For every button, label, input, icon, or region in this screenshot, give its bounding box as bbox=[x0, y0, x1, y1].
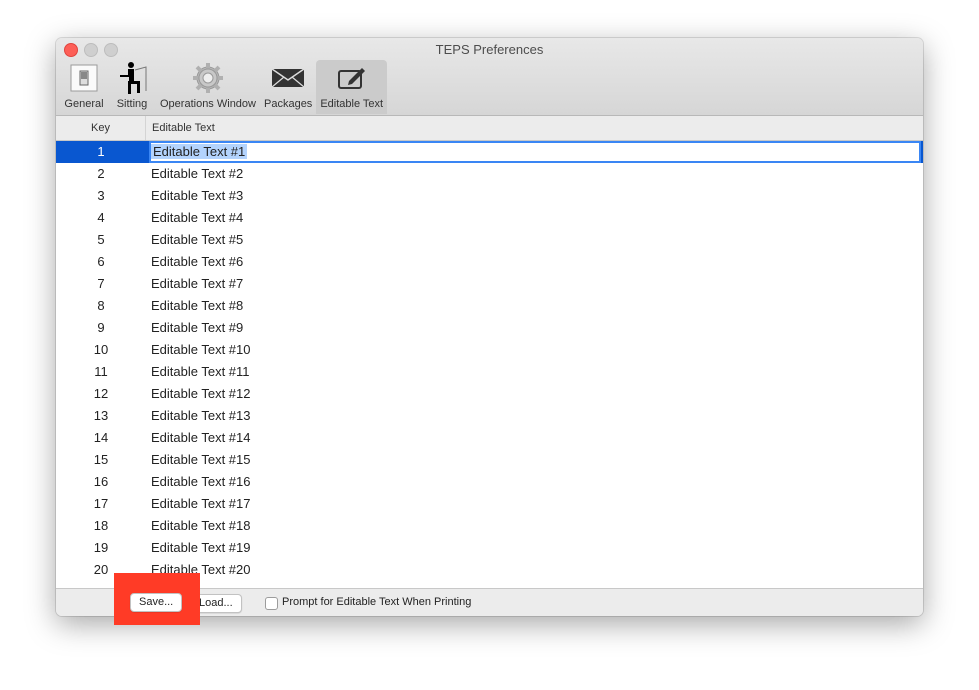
preferences-window: TEPS Preferences General Sitting Operati… bbox=[56, 38, 923, 616]
tab-label: General bbox=[64, 98, 104, 110]
tab-operations-window[interactable]: Operations Window bbox=[156, 60, 260, 114]
table-row[interactable]: 18 Editable Text #18 bbox=[56, 515, 923, 537]
table-row[interactable]: 8 Editable Text #8 bbox=[56, 295, 923, 317]
table-row[interactable]: 4 Editable Text #4 bbox=[56, 207, 923, 229]
table-row[interactable]: 3 Editable Text #3 bbox=[56, 185, 923, 207]
table-header: Key Editable Text bbox=[56, 116, 923, 141]
tab-packages[interactable]: Packages bbox=[260, 60, 316, 114]
prompt-checkbox[interactable] bbox=[265, 597, 278, 610]
window-title: TEPS Preferences bbox=[435, 42, 544, 57]
row-text: Editable Text #17 bbox=[151, 496, 251, 511]
row-text: Editable Text #8 bbox=[151, 298, 244, 313]
envelope-icon bbox=[268, 60, 308, 96]
table-row[interactable]: 10 Editable Text #10 bbox=[56, 339, 923, 361]
row-key: 7 bbox=[97, 276, 105, 291]
table-row[interactable]: 17 Editable Text #17 bbox=[56, 493, 923, 515]
gear-icon bbox=[188, 60, 228, 96]
row-text: Editable Text #19 bbox=[151, 540, 251, 555]
row-text: Editable Text #20 bbox=[151, 562, 251, 577]
row-key: 4 bbox=[97, 210, 105, 225]
tab-label: Operations Window bbox=[160, 98, 256, 110]
row-text: Editable Text #16 bbox=[151, 474, 251, 489]
row-text: Editable Text #11 bbox=[151, 364, 250, 379]
row-text: Editable Text #18 bbox=[151, 518, 251, 533]
row-text: Editable Text #15 bbox=[151, 452, 251, 467]
table-row[interactable]: 11 Editable Text #11 bbox=[56, 361, 923, 383]
tab-label: Sitting bbox=[116, 98, 148, 110]
row-key: 17 bbox=[93, 496, 109, 511]
row-key: 16 bbox=[93, 474, 109, 489]
row-key: 9 bbox=[97, 320, 105, 335]
row-text-edit-field[interactable]: Editable Text #1 bbox=[149, 141, 921, 163]
row-text: Editable Text #4 bbox=[151, 210, 244, 225]
row-text: Editable Text #2 bbox=[151, 166, 244, 181]
tab-label: Editable Text bbox=[320, 98, 384, 110]
editable-text-table: Key Editable Text 1 Editable Text #1 2 Edit… bbox=[56, 116, 923, 588]
row-text: Editable Text #9 bbox=[151, 320, 244, 335]
selected-text: Editable Text #1 bbox=[151, 144, 248, 159]
row-text: Editable Text #13 bbox=[151, 408, 251, 423]
person-sitting-icon bbox=[112, 60, 152, 96]
row-text: Editable Text #12 bbox=[151, 386, 251, 401]
table-row[interactable]: 12 Editable Text #12 bbox=[56, 383, 923, 405]
row-key: 18 bbox=[93, 518, 109, 533]
prompt-checkbox-label[interactable]: Prompt for Editable Text When Printing bbox=[282, 596, 471, 608]
row-text: Editable Text #5 bbox=[151, 232, 244, 247]
row-text: Editable Text #10 bbox=[151, 342, 251, 357]
table-row[interactable]: 1 Editable Text #1 bbox=[56, 141, 923, 163]
column-header-editable-text[interactable]: Editable Text bbox=[146, 116, 215, 140]
row-key: 5 bbox=[97, 232, 105, 247]
table-row[interactable]: 5 Editable Text #5 bbox=[56, 229, 923, 251]
row-text: Editable Text #6 bbox=[151, 254, 244, 269]
table-row[interactable]: 19 Editable Text #19 bbox=[56, 537, 923, 559]
row-key: 12 bbox=[93, 386, 109, 401]
tab-sitting[interactable]: Sitting bbox=[108, 60, 156, 114]
row-key: 1 bbox=[97, 144, 105, 159]
row-key: 15 bbox=[93, 452, 109, 467]
row-key: 19 bbox=[93, 540, 109, 555]
row-key: 14 bbox=[93, 430, 109, 445]
tab-editable-text[interactable]: Editable Text bbox=[316, 60, 388, 114]
save-button-overlay[interactable]: Save... bbox=[130, 593, 183, 612]
row-key: 11 bbox=[94, 364, 108, 379]
row-text: Editable Text #7 bbox=[151, 276, 244, 291]
row-key: 3 bbox=[97, 188, 105, 203]
toolbar: General Sitting Operations Window Packag… bbox=[60, 60, 388, 115]
tab-label: Packages bbox=[264, 98, 313, 110]
table-row[interactable]: 15 Editable Text #15 bbox=[56, 449, 923, 471]
table-row[interactable]: 6 Editable Text #6 bbox=[56, 251, 923, 273]
table-row[interactable]: 7 Editable Text #7 bbox=[56, 273, 923, 295]
row-key: 8 bbox=[97, 298, 105, 313]
row-text: Editable Text #14 bbox=[151, 430, 251, 445]
table-row[interactable]: 13 Editable Text #13 bbox=[56, 405, 923, 427]
row-key: 10 bbox=[93, 342, 109, 357]
table-row[interactable]: 2 Editable Text #2 bbox=[56, 163, 923, 185]
row-key: 2 bbox=[97, 166, 105, 181]
titlebar: TEPS Preferences General Sitting Operati… bbox=[56, 38, 923, 116]
table-body: 1 Editable Text #1 2 Editable Text #2 3 Edita… bbox=[56, 141, 923, 581]
tab-general[interactable]: General bbox=[60, 60, 108, 114]
edit-icon bbox=[332, 60, 372, 96]
table-row[interactable]: 14 Editable Text #14 bbox=[56, 427, 923, 449]
column-header-key[interactable]: Key bbox=[56, 116, 146, 140]
row-key: 6 bbox=[97, 254, 105, 269]
switch-icon bbox=[64, 60, 104, 96]
row-text: Editable Text #3 bbox=[151, 188, 244, 203]
table-row[interactable]: 16 Editable Text #16 bbox=[56, 471, 923, 493]
row-key: 13 bbox=[93, 408, 109, 423]
table-row[interactable]: 9 Editable Text #9 bbox=[56, 317, 923, 339]
